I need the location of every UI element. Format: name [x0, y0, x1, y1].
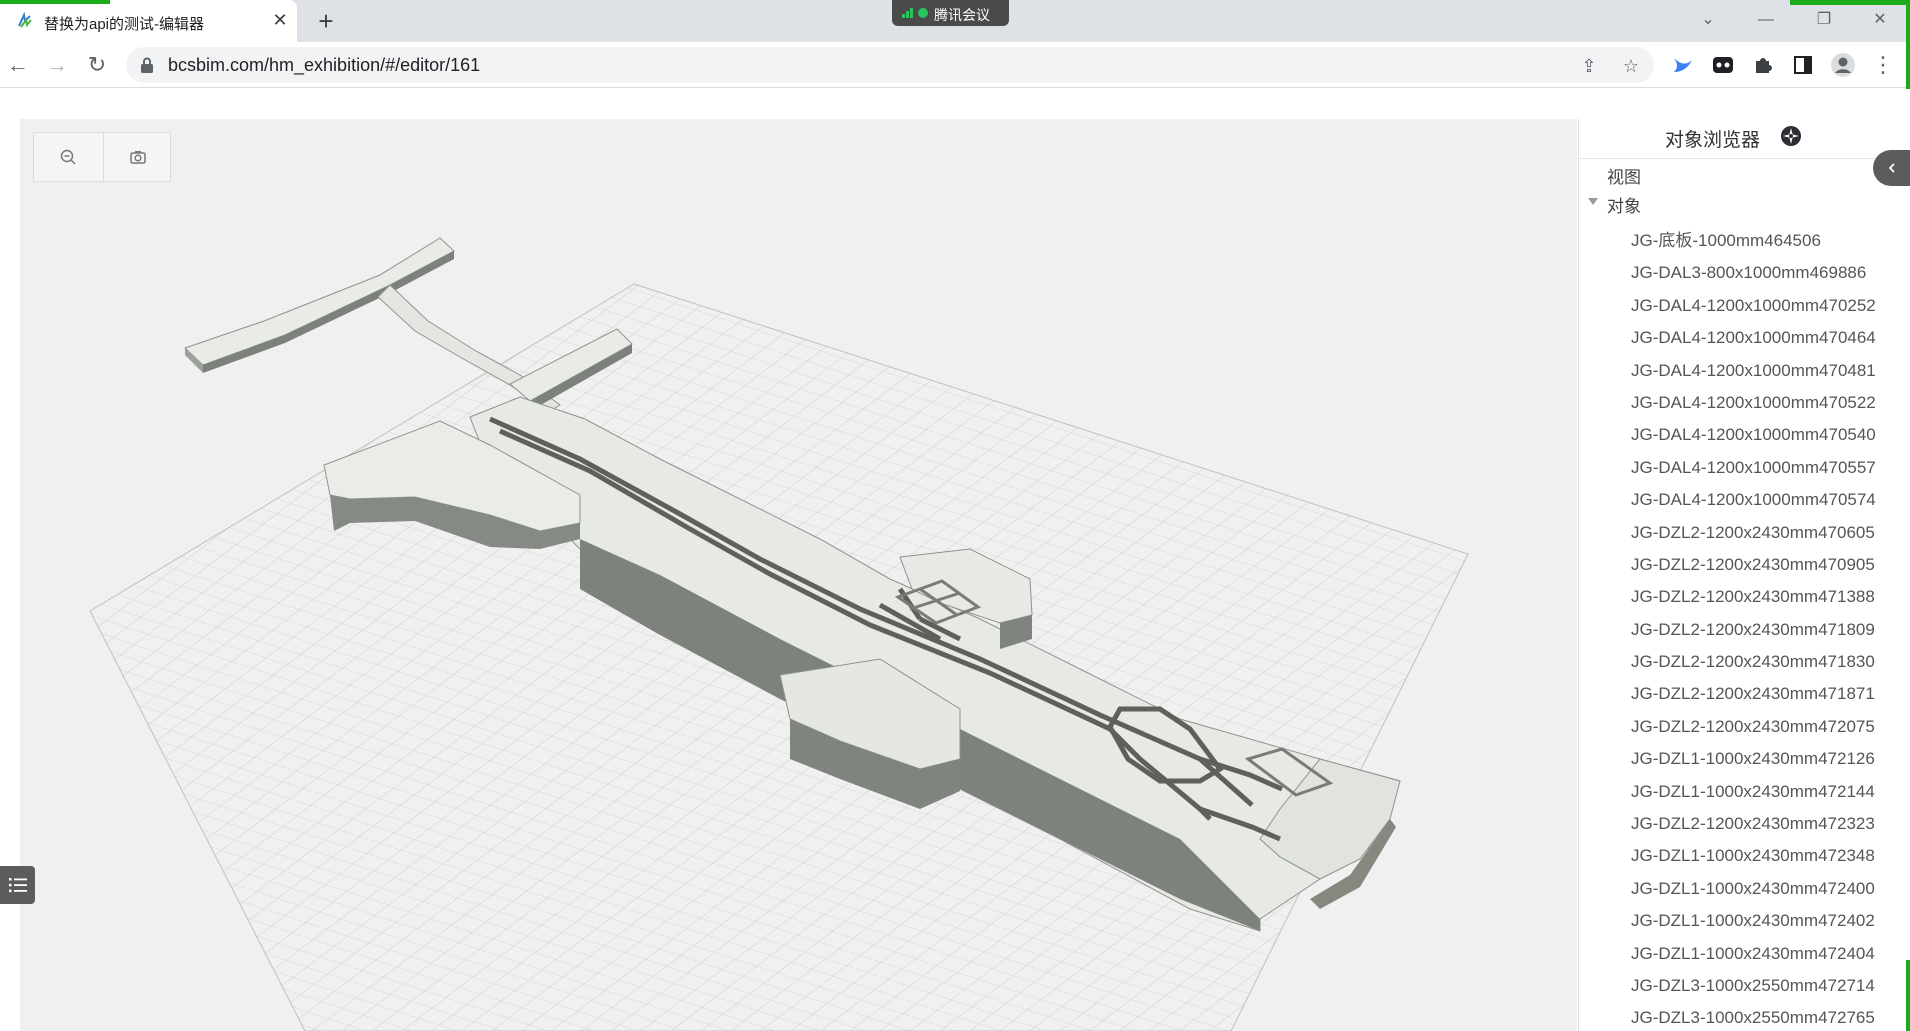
collapse-panel-button[interactable] [1873, 150, 1910, 186]
recording-dot-icon [918, 8, 928, 18]
forward-icon[interactable]: → [42, 50, 72, 80]
new-tab-button[interactable]: + [312, 7, 340, 35]
camera-icon [129, 151, 146, 164]
list-icon [8, 878, 27, 893]
tree-node-objects[interactable]: 对象 [1607, 192, 1641, 217]
object-tree-item[interactable]: JG-DZL1-1000x2430mm472144 [1631, 776, 1876, 808]
back-icon[interactable]: ← [3, 50, 33, 80]
extension-game-icon[interactable] [1712, 54, 1734, 76]
editor-app: 对象浏览器 视图 对象 JG-底板-1000mm464506 JG-DAL3-80… [0, 89, 1910, 1031]
restore-icon[interactable]: ❐ [1806, 6, 1842, 34]
site-favicon-icon [18, 12, 32, 28]
object-tree-item[interactable]: JG-DZL2-1200x2430mm472075 [1631, 711, 1876, 743]
viewer-toolbar [33, 132, 171, 182]
meeting-indicator[interactable]: 腾讯会议 [892, 0, 1009, 26]
tree-node-view[interactable]: 视图 [1607, 163, 1641, 188]
zoom-out-icon [60, 149, 76, 165]
object-tree-item[interactable]: JG-底板-1000mm464506 [1631, 225, 1876, 257]
compass-icon[interactable] [1780, 125, 1802, 147]
object-tree-item[interactable]: JG-DZL2-1200x2430mm471809 [1631, 614, 1876, 646]
screenshot-button[interactable] [103, 133, 171, 181]
object-tree-item[interactable]: JG-DZL1-1000x2430mm472348 [1631, 840, 1876, 872]
url-text: bcsbim.com/hm_exhibition/#/editor/161 [168, 55, 481, 75]
active-tab[interactable]: 替换为api的测试-编辑器 ✕ [0, 0, 297, 42]
object-tree-item[interactable]: JG-DZL3-1000x2550mm472765 [1631, 1002, 1876, 1031]
object-browser-panel: 对象浏览器 视图 对象 JG-底板-1000mm464506 JG-DAL3-80… [1578, 119, 1910, 1031]
signal-bars-icon [902, 8, 913, 18]
object-tree-item[interactable]: JG-DAL4-1200x1000mm470464 [1631, 322, 1876, 354]
object-tree-item[interactable]: JG-DZL2-1200x2430mm470605 [1631, 517, 1876, 549]
extensions-puzzle-icon[interactable] [1752, 54, 1774, 76]
meeting-share-border-right-bottom [1906, 960, 1910, 1031]
object-tree-item[interactable]: JG-DZL1-1000x2430mm472126 [1631, 743, 1876, 775]
extension-swift-icon[interactable] [1672, 54, 1694, 76]
object-tree-item[interactable]: JG-DZL2-1200x2430mm471388 [1631, 581, 1876, 613]
address-bar[interactable]: bcsbim.com/hm_exhibition/#/editor/161 ⇪ … [126, 47, 1654, 83]
object-tree-item[interactable]: JG-DAL4-1200x1000mm470557 [1631, 452, 1876, 484]
bim-3d-scene[interactable] [20, 119, 1577, 1031]
object-tree-item[interactable]: JG-DAL4-1200x1000mm470252 [1631, 290, 1876, 322]
object-list: JG-底板-1000mm464506 JG-DAL3-800x1000mm4698… [1631, 225, 1876, 1031]
model-viewport[interactable] [20, 119, 1577, 1031]
more-menu-icon[interactable]: ⋮ [1868, 50, 1898, 80]
object-tree-item[interactable]: JG-DZL2-1200x2430mm471871 [1631, 678, 1876, 710]
tab-search-icon[interactable]: ⌄ [1690, 6, 1726, 34]
panel-title: 对象浏览器 [1665, 130, 1761, 151]
object-tree-item[interactable]: JG-DAL3-800x1000mm469886 [1631, 257, 1876, 289]
meeting-share-border [1790, 0, 1910, 5]
reload-icon[interactable]: ↻ [82, 50, 112, 80]
bookmark-star-icon[interactable]: ☆ [1620, 55, 1642, 77]
tab-close-icon[interactable]: ✕ [270, 10, 290, 30]
tab-strip: 替换为api的测试-编辑器 ✕ + 腾讯会议 ⌄ — ❐ ✕ [0, 0, 1910, 42]
zoom-out-button[interactable] [34, 133, 102, 181]
tab-accent-bar [0, 0, 110, 4]
tab-title: 替换为api的测试-编辑器 [44, 16, 205, 33]
side-panel-icon[interactable] [1792, 54, 1814, 76]
object-tree-item[interactable]: JG-DZL2-1200x2430mm470905 [1631, 549, 1876, 581]
panel-header: 对象浏览器 [1579, 119, 1910, 159]
lock-icon [141, 57, 153, 73]
caret-down-icon[interactable] [1588, 198, 1598, 205]
object-tree-item[interactable]: JG-DZL1-1000x2430mm472400 [1631, 873, 1876, 905]
object-tree-item[interactable]: JG-DZL2-1200x2430mm471830 [1631, 646, 1876, 678]
object-tree-item[interactable]: JG-DZL1-1000x2430mm472402 [1631, 905, 1876, 937]
profile-avatar-icon[interactable] [1830, 52, 1856, 78]
object-tree-item[interactable]: JG-DZL3-1000x2550mm472714 [1631, 970, 1876, 1002]
window-close-icon[interactable]: ✕ [1862, 6, 1898, 34]
list-toggle-button[interactable] [0, 866, 35, 904]
object-tree-item[interactable]: JG-DZL1-1000x2430mm472404 [1631, 938, 1876, 970]
object-tree-item[interactable]: JG-DAL4-1200x1000mm470481 [1631, 355, 1876, 387]
object-tree-item[interactable]: JG-DZL2-1200x2430mm472323 [1631, 808, 1876, 840]
share-icon[interactable]: ⇪ [1578, 55, 1600, 77]
structure-north-branch [184, 237, 633, 412]
object-tree-item[interactable]: JG-DAL4-1200x1000mm470574 [1631, 484, 1876, 516]
minimize-icon[interactable]: — [1748, 6, 1784, 34]
browser-toolbar: ← → ↻ bcsbim.com/hm_exhibition/#/editor/… [0, 42, 1910, 88]
object-tree-item[interactable]: JG-DAL4-1200x1000mm470522 [1631, 387, 1876, 419]
object-tree-item[interactable]: JG-DAL4-1200x1000mm470540 [1631, 419, 1876, 451]
meeting-label: 腾讯会议 [934, 7, 990, 23]
chevron-left-icon [1888, 163, 1895, 173]
